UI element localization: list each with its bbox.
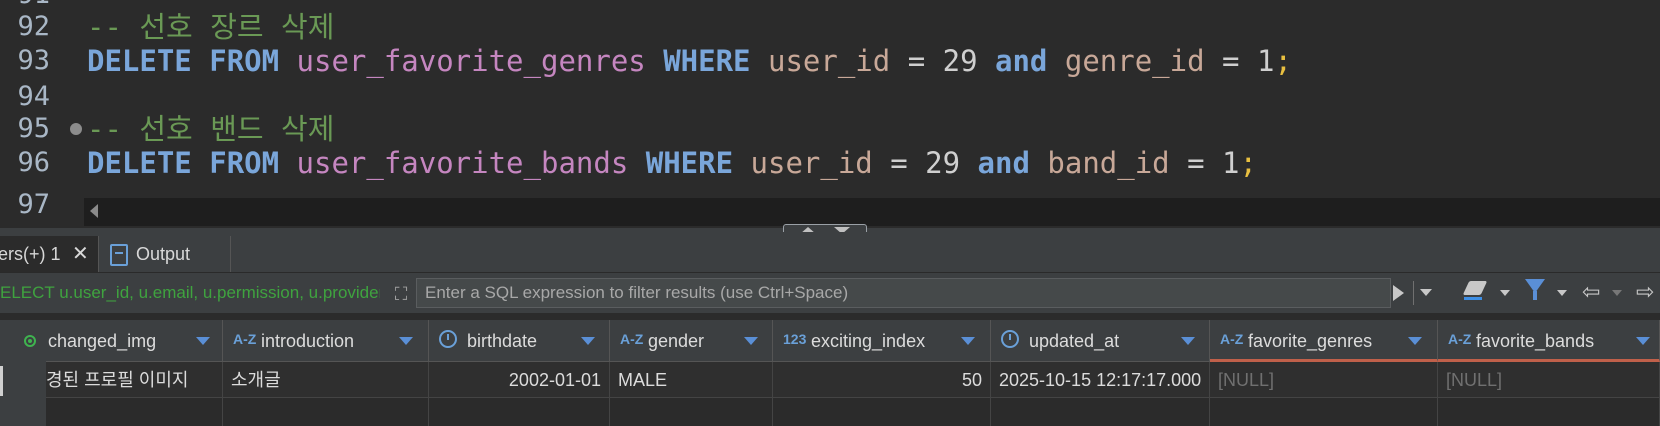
table-cell[interactable]: 경된 프로필 이미지 (46, 362, 223, 398)
horizontal-scrollbar[interactable] (84, 198, 1660, 226)
empty-cell (1438, 398, 1660, 426)
sql-semicolon: ; (1239, 146, 1257, 180)
sort-icon[interactable] (1408, 337, 1422, 345)
sql-column: band_id (1047, 146, 1170, 180)
column-header-favorite-genres[interactable]: A-Z favorite_genres (1210, 320, 1438, 362)
datetime-type-icon (439, 330, 457, 348)
column-header-label: updated_at (1029, 331, 1120, 351)
table-cell[interactable]: MALE (610, 362, 773, 398)
empty-cell (610, 398, 773, 426)
empty-cell (773, 398, 991, 426)
query-text[interactable]: ELECT u.user_id, u.email, u.permission, … (0, 273, 380, 313)
sql-column: user_id (750, 146, 873, 180)
tab-output-label: Output (136, 244, 191, 264)
column-header-label: exciting_index (811, 331, 926, 351)
chevron-down-icon[interactable] (1612, 290, 1622, 296)
sql-editor[interactable]: 91 92 -- 선호 장르 삭제 93 DELETE FROM user_fa… (0, 0, 1660, 230)
column-header-label: changed_img (48, 331, 157, 351)
filter-input[interactable] (416, 278, 1391, 308)
tab-output[interactable]: Output (100, 236, 231, 272)
table-cell[interactable]: 2025-10-15 12:17:17.000 (991, 362, 1210, 398)
sort-icon[interactable] (1181, 337, 1195, 345)
back-arrow-icon[interactable]: ⇦ (1582, 281, 1600, 303)
column-header-favorite-bands[interactable]: A-Z favorite_bands (1438, 320, 1660, 362)
column-header-birthdate[interactable]: birthdate (429, 320, 610, 362)
divider (1413, 281, 1414, 305)
sql-table-name: user_favorite_bands (296, 146, 629, 180)
eraser-icon[interactable] (1462, 281, 1488, 295)
empty-cell (429, 398, 610, 426)
sql-keyword: FROM (209, 146, 280, 180)
row-marker (0, 366, 3, 396)
column-header-label: favorite_bands (1476, 331, 1595, 351)
column-header-label: gender (648, 331, 705, 351)
results-tab-bar: ers(+) 1 ✕ Output (0, 232, 1660, 273)
column-header-gender[interactable]: A-Z gender (610, 320, 773, 362)
forward-arrow-icon[interactable]: ⇨ (1636, 281, 1654, 303)
table-cell[interactable]: [NULL] (1438, 362, 1660, 398)
filter-history-dropdown-icon[interactable] (1420, 289, 1432, 296)
column-header-label: birthdate (467, 331, 538, 351)
sort-icon[interactable] (581, 337, 595, 345)
filter-funnel-stem (1533, 291, 1537, 300)
column-header-introduction[interactable]: A-Z introduction (223, 320, 429, 362)
column-header-label: favorite_genres (1248, 331, 1373, 351)
close-icon[interactable]: ✕ (72, 236, 89, 272)
results-grid[interactable]: changed_img A-Z introduction birthdate A… (0, 320, 1660, 426)
column-header-changed-img[interactable]: changed_img (46, 320, 223, 362)
fold-marker-icon[interactable] (70, 123, 82, 135)
status-dot-icon (24, 335, 36, 347)
sql-number: 1 (1222, 146, 1240, 180)
sql-number: 29 (925, 146, 961, 180)
empty-cell (991, 398, 1210, 426)
sql-keyword: DELETE (87, 146, 192, 180)
sort-icon[interactable] (961, 337, 975, 345)
line-number: 97 (17, 189, 50, 220)
empty-cell (1210, 398, 1438, 426)
chevron-down-icon[interactable] (1557, 290, 1567, 296)
sql-keyword: WHERE (645, 146, 734, 180)
sql-operator: = (1187, 146, 1205, 180)
number-type-icon: 123 (783, 331, 807, 347)
table-cell[interactable]: [NULL] (1210, 362, 1438, 398)
empty-cell (46, 398, 223, 426)
table-cell[interactable]: 소개글 (223, 362, 429, 398)
table-cell[interactable]: 50 (773, 362, 991, 398)
text-type-icon: A-Z (233, 331, 257, 347)
tab-results[interactable]: ers(+) 1 ✕ (0, 236, 99, 272)
column-header-label: introduction (261, 331, 355, 351)
datetime-type-icon (1001, 330, 1019, 348)
sql-keyword: and (977, 146, 1030, 180)
filter-toolbar: ELECT u.user_id, u.email, u.permission, … (0, 273, 1660, 313)
empty-cell (223, 398, 429, 426)
sql-operator: = (890, 146, 908, 180)
apply-filter-icon[interactable] (1393, 285, 1404, 301)
sort-icon[interactable] (1636, 337, 1650, 345)
tab-results-label: ers(+) 1 (0, 244, 61, 264)
text-type-icon: A-Z (620, 331, 644, 347)
output-document-icon (110, 244, 128, 266)
expand-icon[interactable]: ⛶ (390, 283, 412, 305)
text-type-icon: A-Z (1448, 331, 1472, 347)
row-gutter (0, 320, 47, 426)
eraser-base (1464, 297, 1482, 300)
sort-icon[interactable] (399, 337, 413, 345)
table-cell[interactable]: 2002-01-01 (429, 362, 610, 398)
column-header-exciting-index[interactable]: 123 exciting_index (773, 320, 991, 362)
sort-icon[interactable] (196, 337, 210, 345)
sort-icon[interactable] (744, 337, 758, 345)
column-header-updated-at[interactable]: updated_at (991, 320, 1210, 362)
text-type-icon: A-Z (1220, 331, 1244, 347)
scroll-left-icon[interactable] (90, 204, 98, 218)
chevron-down-icon[interactable] (1500, 290, 1510, 296)
